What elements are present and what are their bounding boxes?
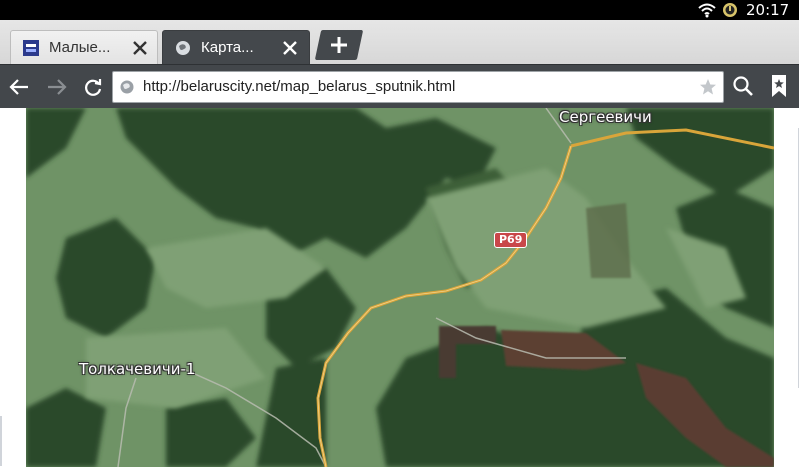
- search-icon[interactable]: [732, 75, 754, 97]
- tab-strip: Малые... Карта...: [0, 20, 799, 64]
- page-favicon-icon: [23, 40, 39, 56]
- map-place-label: Сергеевичи: [559, 108, 652, 126]
- web-page-content: Сергеевичи Толкачевичи-1 Р69: [0, 108, 799, 467]
- tab-1-title: Малые...: [49, 39, 111, 56]
- star-icon[interactable]: [699, 78, 717, 96]
- road-number-badge: Р69: [494, 232, 528, 248]
- close-icon[interactable]: [131, 39, 149, 57]
- sync-icon: [723, 3, 737, 17]
- new-tab-button[interactable]: [314, 30, 364, 60]
- system-status-bar: 20:17: [0, 0, 799, 20]
- back-arrow-icon[interactable]: [8, 76, 30, 98]
- wifi-icon: [698, 3, 716, 18]
- url-text: http://belaruscity.net/map_belarus_sputn…: [143, 78, 456, 95]
- globe-icon: [176, 41, 190, 55]
- plus-icon: [331, 37, 347, 53]
- satellite-map[interactable]: Сергеевичи Толкачевичи-1 Р69: [26, 108, 774, 467]
- tab-2-title: Карта...: [201, 39, 254, 56]
- reload-icon[interactable]: [82, 76, 104, 98]
- tab-1[interactable]: Малые...: [10, 30, 158, 64]
- globe-icon: [120, 80, 134, 94]
- status-clock: 20:17: [746, 1, 790, 19]
- bookmarks-icon[interactable]: [770, 74, 788, 98]
- forward-arrow-icon[interactable]: [46, 76, 68, 98]
- browser-toolbar: http://belaruscity.net/map_belarus_sputn…: [0, 64, 799, 108]
- page-edge: [0, 416, 2, 466]
- map-place-label: Толкачевичи-1: [79, 360, 196, 378]
- close-icon[interactable]: [281, 39, 299, 57]
- url-bar[interactable]: http://belaruscity.net/map_belarus_sputn…: [112, 71, 724, 103]
- tab-2[interactable]: Карта...: [162, 30, 310, 64]
